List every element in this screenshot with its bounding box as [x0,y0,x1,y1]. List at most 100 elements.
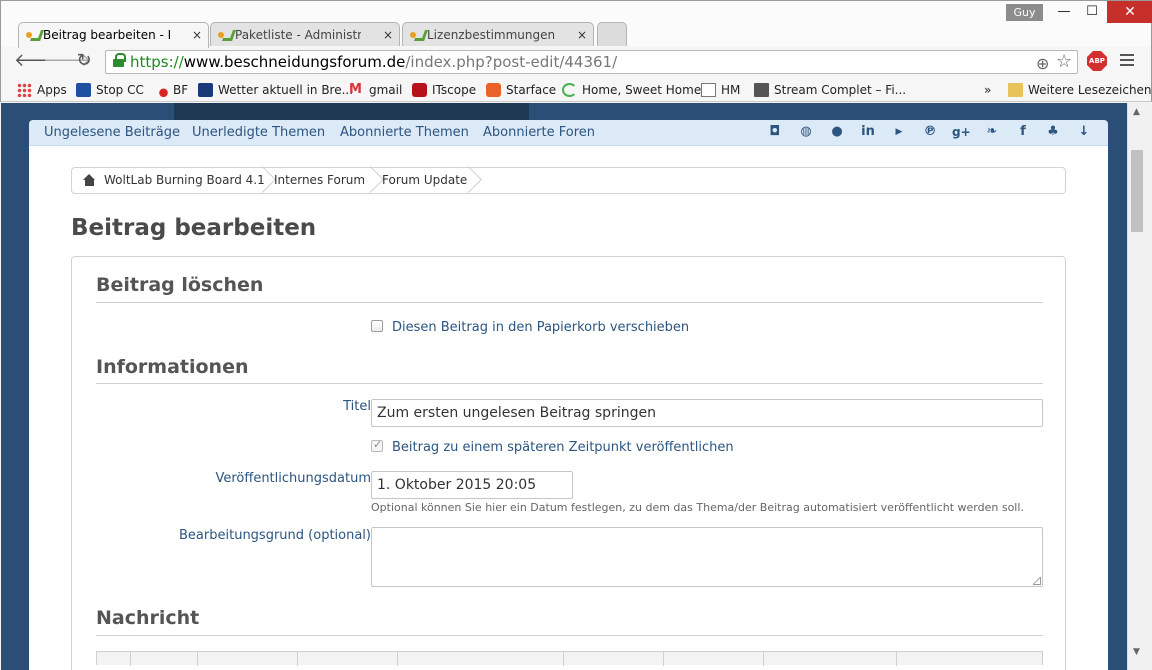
bookmark-label: gmail [369,83,403,97]
breadcrumb: WoltLab Burning Board 4.1 Internes Forum… [71,167,1066,194]
bookmark-apps[interactable]: Apps [17,81,67,99]
zoom-icon[interactable]: ⊕ [1036,53,1049,75]
bookmark-label: ITscope [432,83,477,97]
instagram-icon[interactable]: ◘ [766,123,784,141]
section-divider [96,302,1043,303]
url-path: /index.php?post-edit/44361/ [405,53,618,71]
browser-toolbar: 🡐 🡒 ↻ https://www.beschneidungsforum.de/… [0,46,1152,78]
youtube-icon[interactable]: ▶ [890,123,908,141]
site-favicon-icon [218,30,232,40]
main-nav-bar [174,103,529,120]
breadcrumb-item-forum-update[interactable]: Forum Update [382,168,467,193]
trash-checkbox-label[interactable]: Diesen Beitrag in den Papierkorb verschi… [392,320,689,335]
page-viewport: Ungelesene Beiträge Unerledigte Themen A… [1,103,1127,670]
itscope-icon [412,83,427,97]
arrow-down-icon[interactable]: ↓ [1075,123,1093,141]
site-favicon-icon [410,30,424,40]
starface-icon [486,83,501,97]
tab-beitrag-bearbeiten[interactable]: Beitrag bearbeiten - Forum × [18,22,209,48]
tab-title: Paketliste - Administration [235,28,361,42]
url-host: www.beschneidungsforum.de [183,53,406,71]
address-bar[interactable]: https://www.beschneidungsforum.de/index.… [105,50,1078,74]
bookmark-star-icon[interactable]: ☆ [1056,51,1072,73]
sitemap-icon[interactable]: ♣ [1044,123,1062,141]
bookmark-itscope[interactable]: ITscope [412,81,476,99]
link-unresolved-threads[interactable]: Unerledigte Themen [192,125,325,140]
section-title-message: Nachricht [96,607,200,629]
bookmark-label: Apps [37,83,67,97]
close-window-button[interactable]: ✕ [1107,1,1152,23]
title-input[interactable]: Zum ersten ungelesen Beitrag springen [371,399,1043,427]
google-plus-icon[interactable]: g+ [952,123,971,141]
bookmark-label: Stop CC [96,83,144,97]
bookmark-label: Starface [506,83,557,97]
publish-date-label: Veröffentlichungsdatum [215,471,371,486]
bookmark-wetter[interactable]: Wetter aktuell in Bre... [198,81,353,99]
twitter-icon[interactable]: ❧ [983,123,1001,141]
scroll-up-arrow-icon[interactable]: ▲ [1133,107,1140,117]
bookmark-hm[interactable]: HM [701,81,740,99]
bookmarks-bar: Apps Stop CC BF Wetter aktuell in Bre...… [0,78,1152,102]
bookmark-starface[interactable]: Starface [486,81,556,99]
breadcrumb-item-internal-forum[interactable]: Internes Forum [274,168,365,193]
section-title-information: Informationen [96,356,249,378]
profile-badge[interactable]: Guy [1006,4,1043,21]
tab-close-icon[interactable]: × [192,23,202,48]
scroll-down-arrow-icon[interactable]: ▼ [1133,647,1140,657]
browser-titlebar: Guy — ☐ ✕ Beitrag bearbeiten - Forum × P… [0,0,1152,48]
tab-title: Lizenzbestimmungen - To [427,28,555,42]
pinterest-icon[interactable]: ℗ [921,123,939,141]
bookmarks-overflow-button[interactable]: » [984,81,991,99]
maximize-button[interactable]: ☐ [1079,1,1105,23]
bookmark-label: Home, Sweet Home [582,83,702,97]
breadcrumb-item-board[interactable]: WoltLab Burning Board 4.1 [104,168,265,193]
adblock-plus-icon[interactable]: ABP [1087,51,1107,71]
scrollbar-thumb[interactable] [1131,150,1143,232]
linkedin-icon[interactable]: in [859,123,877,141]
bookmark-label: Wetter aktuell in Bre... [218,83,354,97]
link-subscribed-forums[interactable]: Abonnierte Foren [483,125,595,140]
reload-icon[interactable]: ↻ [73,50,95,72]
bookmark-stream-complet[interactable]: Stream Complet – Fi... [754,81,906,99]
tab-lizenzbestimmungen[interactable]: Lizenzbestimmungen - To × [402,22,594,47]
lock-icon [113,53,126,68]
url-scheme: https:// [130,53,184,71]
bookmark-label: HM [721,83,741,97]
page-title: Beitrag bearbeiten [71,215,317,241]
bookmark-bf[interactable]: BF [153,81,188,99]
edit-reason-textarea[interactable] [371,527,1043,587]
minimize-button[interactable]: — [1051,1,1077,23]
schedule-checkbox[interactable] [371,438,383,452]
trash-checkbox[interactable] [371,320,383,332]
link-unread-posts[interactable]: Ungelesene Beiträge [44,125,180,140]
bookmark-stop-cc[interactable]: Stop CC [76,81,144,99]
publish-date-help: Optional können Sie hier ein Datum festl… [371,501,1024,514]
forward-arrow-icon[interactable]: 🡒 [43,50,91,72]
document-icon [701,83,716,97]
tab-close-icon[interactable]: × [577,23,587,47]
tab-close-icon[interactable]: × [383,23,393,47]
tab-title: Beitrag bearbeiten - Forum [43,28,170,42]
link-subscribed-threads[interactable]: Abonnierte Themen [340,125,469,140]
other-bookmarks-folder[interactable]: Weitere Lesezeichen [1008,81,1152,99]
edit-reason-label: Bearbeitungsgrund (optional) [179,528,371,543]
tab-paketliste[interactable]: Paketliste - Administration × [210,22,400,47]
bookmark-gmail[interactable]: M gmail [349,81,402,99]
bookmark-label: Weitere Lesezeichen [1028,83,1152,97]
facebook-icon[interactable]: f [1014,123,1032,141]
loading-circle-icon [562,83,577,97]
home-icon[interactable] [83,174,96,186]
schedule-checkbox-label[interactable]: Beitrag zu einem späteren Zeitpunkt verö… [392,440,734,455]
breadcrumb-separator [464,168,476,193]
new-tab-button[interactable] [597,22,627,47]
github-icon[interactable]: ● [828,123,846,141]
publish-date-input[interactable]: 1. Oktober 2015 20:05 [371,471,573,499]
site-favicon-icon [26,30,40,40]
edit-form: Beitrag löschen Diesen Beitrag in den Pa… [71,256,1066,670]
apps-grid-icon [17,83,32,97]
dribbble-icon[interactable]: ◍ [797,123,815,141]
chrome-menu-icon[interactable] [1120,54,1134,68]
editor-toolbar [96,651,1043,666]
bookmark-home-sweet-home[interactable]: Home, Sweet Home [562,81,701,99]
back-arrow-icon[interactable]: 🡐 [14,50,62,72]
